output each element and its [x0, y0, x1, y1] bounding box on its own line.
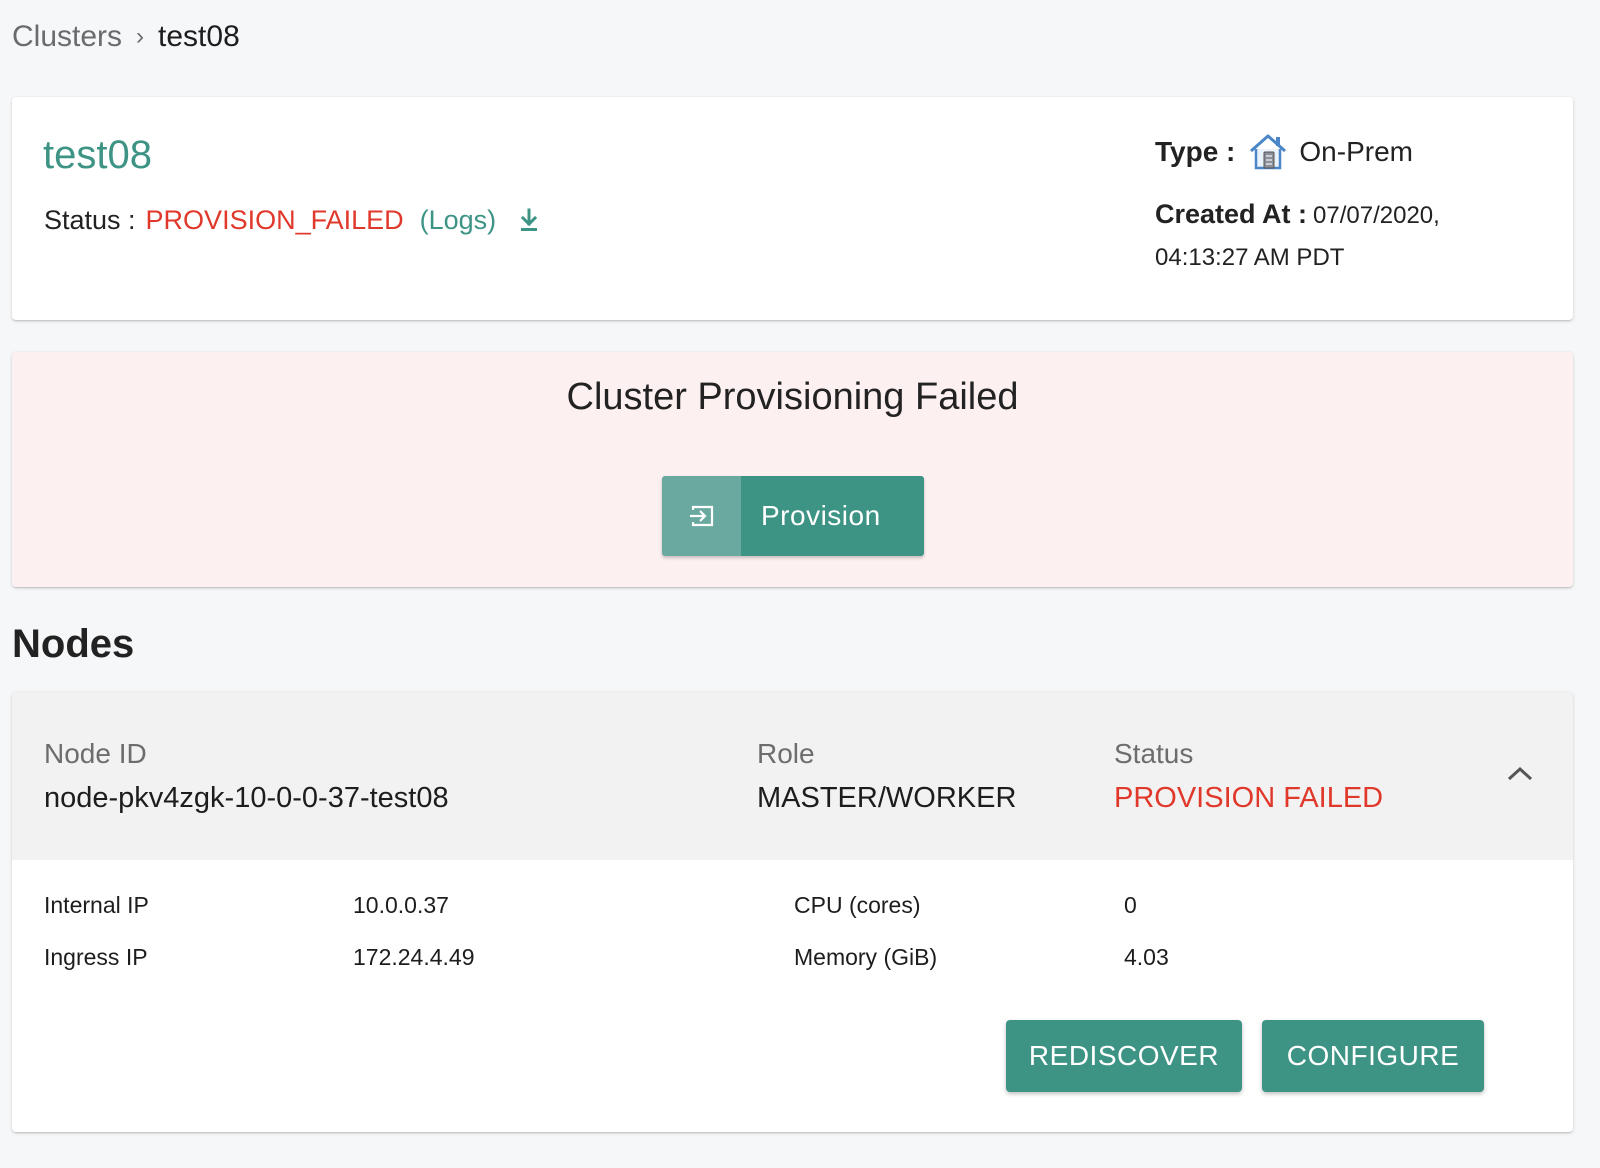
created-label: Created At : [1155, 199, 1308, 229]
download-icon[interactable] [518, 207, 540, 235]
node-id-label: Node ID [44, 738, 147, 769]
node-status-label: Status [1114, 738, 1194, 769]
nodes-heading: Nodes [12, 622, 135, 666]
memory-value: 4.03 [1124, 944, 1169, 970]
internal-ip-value: 10.0.0.37 [353, 892, 449, 918]
configure-button[interactable]: CONFIGURE [1262, 1020, 1484, 1092]
role-value: MASTER/WORKER [757, 782, 1017, 814]
node-summary-row[interactable]: Node ID node-pkv4zgk-10-0-0-37-test08 Ro… [12, 692, 1573, 860]
internal-ip-label: Internal IP [44, 892, 149, 918]
breadcrumb-clusters-link[interactable]: Clusters [12, 20, 122, 54]
rediscover-button[interactable]: REDISCOVER [1006, 1020, 1242, 1092]
type-label: Type : [1155, 136, 1236, 167]
cpu-value: 0 [1124, 892, 1137, 918]
status-value: PROVISION_FAILED [145, 205, 404, 235]
memory-label: Memory (GiB) [794, 944, 938, 970]
node-card: Node ID node-pkv4zgk-10-0-0-37-test08 Ro… [12, 692, 1573, 1132]
cluster-status-line: Status : PROVISION_FAILED (Logs) [44, 205, 540, 236]
breadcrumb: Clusters › test08 [12, 20, 240, 54]
node-status-column: Status PROVISION FAILED [1114, 738, 1383, 815]
banner-title: Cluster Provisioning Failed [566, 376, 1019, 418]
on-prem-house-icon [1247, 131, 1289, 173]
cluster-header-card: test08 Status : PROVISION_FAILED (Logs) … [12, 97, 1573, 320]
cpu-label: CPU (cores) [794, 892, 921, 918]
breadcrumb-current: test08 [158, 20, 240, 53]
node-id-column: Node ID node-pkv4zgk-10-0-0-37-test08 [44, 738, 449, 815]
ingress-ip-label: Ingress IP [44, 944, 148, 970]
provision-button[interactable]: Provision [662, 476, 924, 556]
logs-link[interactable]: (Logs) [420, 205, 497, 236]
login-arrow-icon [662, 476, 741, 556]
role-column: Role MASTER/WORKER [757, 738, 1016, 815]
created-at: Created At :07/07/2020, 04:13:27 AM PDT [1155, 193, 1485, 279]
role-label: Role [757, 738, 815, 769]
detail-row: Internal IP 10.0.0.37 CPU (cores) 0 [44, 892, 1524, 944]
node-id-value: node-pkv4zgk-10-0-0-37-test08 [44, 782, 449, 814]
detail-row: Ingress IP 172.24.4.49 Memory (GiB) 4.03 [44, 944, 1524, 996]
status-label: Status : [44, 205, 136, 235]
breadcrumb-separator: › [136, 23, 145, 50]
provision-button-label: Provision [741, 476, 924, 556]
chevron-up-icon[interactable] [1502, 760, 1538, 788]
node-status-value: PROVISION FAILED [1114, 782, 1384, 814]
cluster-type: Type : On-Prem [1155, 131, 1485, 173]
cluster-meta: Type : On-Prem Created At :07/07/2020, 0… [1155, 131, 1485, 279]
node-details: Internal IP 10.0.0.37 CPU (cores) 0 Ingr… [44, 892, 1524, 996]
ingress-ip-value: 172.24.4.49 [353, 944, 475, 970]
cluster-name: test08 [43, 133, 152, 177]
type-value: On-Prem [1299, 136, 1413, 167]
provisioning-failed-banner: Cluster Provisioning Failed Provision [12, 352, 1573, 587]
